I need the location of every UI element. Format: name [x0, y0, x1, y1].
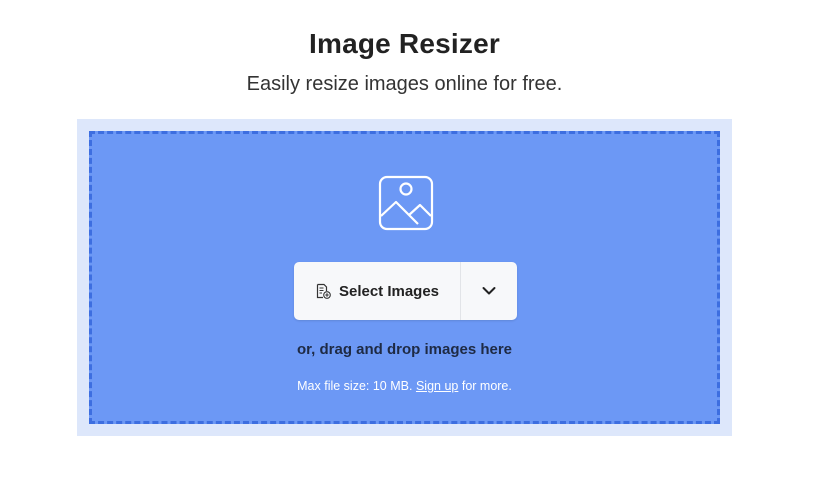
page-subtitle: Easily resize images online for free. [246, 73, 563, 95]
upload-source-dropdown-button[interactable] [461, 262, 517, 320]
dropzone-frame: Select Images or, drag and drop images h… [77, 119, 732, 436]
select-images-button[interactable]: Select Images [294, 262, 460, 320]
chevron-down-icon [482, 287, 496, 295]
dropzone[interactable]: Select Images or, drag and drop images h… [89, 131, 720, 424]
file-add-icon [316, 283, 331, 299]
image-icon [378, 175, 434, 231]
file-size-limit: Max file size: 10 MB. [297, 379, 413, 393]
select-images-label: Select Images [338, 282, 440, 300]
page: Image Resizer Easily resize images onlin… [0, 0, 816, 480]
note-suffix: for more. [461, 379, 512, 393]
file-size-note: Max file size: 10 MB. Sign up for more. [92, 379, 717, 393]
page-title: Image Resizer [309, 28, 500, 59]
signup-link[interactable]: Sign up [416, 379, 458, 393]
drag-drop-hint: or, drag and drop images here [296, 341, 513, 358]
select-images-group: Select Images [294, 262, 517, 320]
